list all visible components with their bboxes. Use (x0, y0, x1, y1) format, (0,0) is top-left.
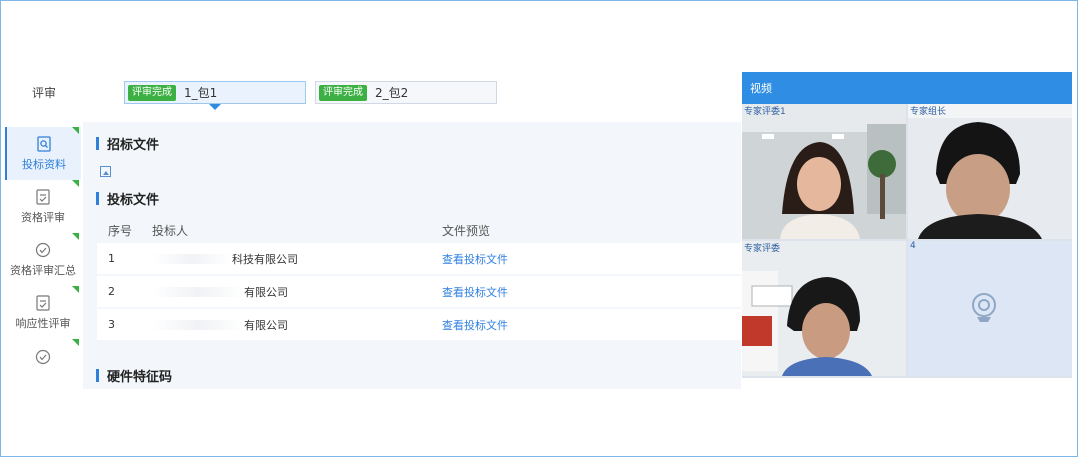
tile-label: 专家评委 (744, 244, 781, 254)
edit-doc-icon (36, 294, 50, 311)
row-bidder: 有限公司 (152, 284, 442, 300)
sidebar-item-responsiveness-review[interactable]: 响应性评审 (5, 286, 81, 339)
row-bidder: 科技有限公司 (152, 251, 442, 267)
row-bidder: 有限公司 (152, 317, 442, 333)
package-name: 2_包2 (375, 86, 409, 100)
image-icon[interactable] (100, 166, 111, 177)
header-no: 序号 (108, 224, 133, 238)
sidebar-item-qualification-summary[interactable]: 资格评审汇总 (5, 233, 81, 286)
search-doc-icon (37, 135, 51, 152)
view-bid-file-link[interactable]: 查看投标文件 (442, 286, 508, 299)
video-tile-3[interactable]: 专家评委 (742, 241, 906, 376)
package-tab-1[interactable]: 评审完成 1_包1 (124, 81, 306, 110)
video-tile-4[interactable]: 4 (908, 241, 1072, 376)
package-tab-2[interactable]: 评审完成 2_包2 (315, 81, 497, 104)
header-preview: 文件预览 (442, 224, 491, 238)
sidebar-item-qualification-review[interactable]: 资格评审 (5, 180, 81, 233)
sidebar-item-label: 资格评审汇总 (10, 263, 76, 277)
section-title: 投标文件 (107, 193, 160, 208)
bidder-name: 有限公司 (244, 318, 288, 332)
done-corner-mark (72, 180, 79, 187)
active-caret-icon (209, 104, 221, 110)
sidebar-item-bid-materials[interactable]: 投标资料 (5, 127, 81, 180)
review-label: 评审 (32, 86, 57, 100)
sidebar-item-label: 响应性评审 (15, 316, 71, 330)
video-tile-2[interactable]: 专家组长 (908, 104, 1072, 239)
package-name: 1_包1 (184, 86, 218, 100)
section-title: 硬件特征码 (107, 370, 173, 385)
done-corner-mark (72, 286, 79, 293)
status-badge: 评审完成 (128, 84, 176, 101)
section-hardware-code: 硬件特征码 (96, 366, 172, 385)
bid-table: 序号 投标人 文件预览 1 科技有限公司 查看投标文件 2 有限公司 查看投标文… (97, 218, 741, 342)
sidebar-item-label: 投标资料 (22, 157, 66, 171)
done-corner-mark (72, 233, 79, 240)
tile-label: 专家组长 (910, 107, 947, 117)
participant-video-2 (908, 104, 1072, 239)
app-frame: 评审 评审完成 1_包1 评审完成 2_包2 投标资料 资格评审 资格评审汇总 … (0, 0, 1078, 457)
row-no: 3 (108, 318, 115, 331)
sidebar-item-next[interactable] (5, 339, 81, 389)
table-row: 1 科技有限公司 查看投标文件 (97, 243, 741, 274)
row-no: 1 (108, 252, 115, 265)
table-header: 序号 投标人 文件预览 (97, 218, 741, 243)
section-title: 招标文件 (107, 138, 160, 153)
table-row: 2 有限公司 查看投标文件 (97, 276, 741, 307)
section-bid-docs: 投标文件 (96, 189, 159, 208)
main-content: 招标文件 投标文件 序号 投标人 文件预览 1 科技有限公司 查看投标文件 2 … (83, 122, 741, 389)
row-no: 2 (108, 285, 115, 298)
table-row: 3 有限公司 查看投标文件 (97, 309, 741, 340)
camera-icon (972, 293, 996, 322)
sidebar-item-label: 资格评审 (21, 210, 65, 224)
redacted-name (152, 286, 244, 297)
participant-video-3 (742, 241, 906, 376)
section-marker (96, 137, 99, 150)
done-corner-mark (72, 339, 79, 346)
video-header: 视频 (742, 72, 1072, 104)
participant-video-1 (742, 104, 906, 239)
section-tender-docs: 招标文件 (96, 134, 159, 153)
video-panel: 视频 专家评委1 专家组长 专家评委 4 (742, 72, 1072, 378)
video-tile-1[interactable]: 专家评委1 (742, 104, 906, 239)
sidebar: 投标资料 资格评审 资格评审汇总 响应性评审 (5, 127, 81, 389)
header-bidder: 投标人 (152, 224, 189, 238)
done-corner-mark (72, 127, 79, 134)
redacted-name (152, 253, 232, 264)
tile-label: 4 (910, 241, 916, 251)
check-circle-icon (35, 242, 51, 257)
section-marker (96, 369, 99, 382)
edit-doc-icon (36, 188, 50, 205)
redacted-name (152, 319, 244, 330)
view-bid-file-link[interactable]: 查看投标文件 (442, 253, 508, 266)
tile-label: 专家评委1 (744, 107, 786, 117)
status-badge: 评审完成 (319, 84, 367, 101)
check-circle-icon (35, 349, 51, 365)
video-title: 视频 (750, 82, 772, 95)
section-marker (96, 192, 99, 205)
view-bid-file-link[interactable]: 查看投标文件 (442, 319, 508, 332)
bidder-name: 科技有限公司 (232, 252, 298, 266)
bidder-name: 有限公司 (244, 285, 288, 299)
